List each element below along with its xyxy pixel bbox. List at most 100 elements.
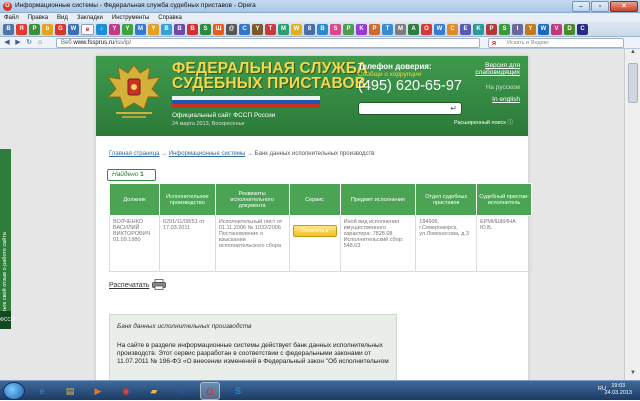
url-input[interactable]: Веб www.fssprus.ru/iss/ip/ [56,38,480,48]
breadcrumb-home[interactable]: Главная страница [109,151,159,157]
tab-icon[interactable]: S [499,23,510,35]
minimize-button[interactable]: – [572,1,590,12]
tab-icon[interactable]: W [538,23,549,35]
back-icon[interactable]: ◀ [2,38,12,48]
close-button[interactable]: ✕ [610,1,638,12]
menu-edit[interactable]: Правка [28,15,48,21]
tab-icon[interactable]: M [395,23,406,35]
tab-icon[interactable]: K [356,23,367,35]
tab-icon[interactable]: B [174,23,185,35]
tab-icon[interactable]: Y [122,23,133,35]
printer-icon[interactable] [152,279,166,290]
tab-icon[interactable]: W [434,23,445,35]
tab-icon[interactable]: S [330,23,341,35]
yandex-icon[interactable]: Я [16,23,27,35]
tab-icon[interactable]: W [68,23,79,35]
home-icon[interactable]: ⌂ [35,38,45,48]
maximize-button[interactable]: ▫ [591,1,609,12]
tab-icon[interactable]: Y [252,23,263,35]
cell-document: Исполнительный лист от 01.11.2006 № 1032… [214,215,290,272]
site-search-input[interactable]: ↵ [358,102,462,115]
enter-icon[interactable]: ↵ [450,104,457,113]
cell-bailiff: ЕРМИШКИНА Ю.В. [476,215,532,272]
tab-icon[interactable]: P [343,23,354,35]
col-document: Реквизиты исполнительного документа [214,183,290,216]
tab-icon[interactable]: S [200,23,211,35]
scroll-up-icon[interactable]: ▲ [625,49,640,59]
opera-icon: O [3,2,12,11]
tab-icon[interactable]: е [81,23,94,35]
scroll-thumb[interactable] [628,63,638,103]
skype-icon[interactable]: S [228,382,248,400]
info-text: На сайте в разделе информационные систем… [117,342,389,365]
tab-bar: В Я Pb G Wе ♪ Y Y M Y B B B S Ш @ C Y T M W 8 B S P K P T M А O W C E K P S I… [0,22,640,37]
tab-icon[interactable]: C [577,23,588,35]
tab-icon[interactable]: ♪ [96,23,107,35]
tab-icon[interactable]: E [460,23,471,35]
ie-icon[interactable]: e [32,382,52,400]
tab-icon[interactable]: P [369,23,380,35]
tab-icon[interactable]: Ш [213,23,224,35]
vk-icon[interactable]: В [3,23,14,35]
tab-icon[interactable]: @ [226,23,237,35]
tab-icon[interactable]: T [382,23,393,35]
tab-icon[interactable]: А [408,23,419,35]
tab-icon[interactable]: O [421,23,432,35]
cell-subject: Иной вид исполнения имущественного харак… [339,215,417,272]
menu-tools[interactable]: Инструменты [112,15,149,21]
clock[interactable]: 19:03 24.03.2013 [604,383,632,397]
english-lang-link[interactable]: In english [450,96,520,103]
pay-button[interactable]: Оплатить ▸ [292,225,337,237]
menu-help[interactable]: Справка [158,15,182,21]
vertical-scrollbar[interactable]: ▲ ▼ [624,49,640,380]
tab-icon[interactable]: M [278,23,289,35]
tab-icon[interactable]: D [564,23,575,35]
corruption-link[interactable]: Сообщи о коррупции [358,71,421,78]
tab-icon[interactable]: B [161,23,172,35]
media-player-icon[interactable]: ▶ [88,382,108,400]
page-viewport[interactable]: Оставьте свой отзыв о работе сайта ФССП … [0,49,624,380]
word-icon[interactable]: W [172,382,192,400]
print-link[interactable]: Распечатать [109,282,149,289]
tab-icon[interactable]: B [317,23,328,35]
explorer-icon[interactable]: ▤ [60,382,80,400]
folder-icon[interactable]: ▰ [144,382,164,400]
menu-bookmarks[interactable]: Закладки [77,15,103,21]
tab-icon[interactable]: 8 [304,23,315,35]
url-path: /iss/ip/ [114,40,132,46]
menu-view[interactable]: Вид [57,15,68,21]
tab-icon[interactable]: Y [525,23,536,35]
tab-icon[interactable]: C [447,23,458,35]
tab-icon[interactable]: b [42,23,53,35]
tab-icon[interactable]: B [187,23,198,35]
tab-icon[interactable]: Y [148,23,159,35]
advanced-search-link[interactable]: Расширенный поиск ⓘ [454,118,513,126]
breadcrumb-section[interactable]: Информационные системы [169,151,246,157]
forward-icon[interactable]: ▶ [13,38,23,48]
col-bailiff: Судебный пристав-исполнитель [476,183,532,216]
tab-icon[interactable]: K [473,23,484,35]
tab-icon[interactable]: I [512,23,523,35]
tab-icon[interactable]: W [291,23,302,35]
opera-icon[interactable]: O [200,382,220,400]
start-button[interactable] [3,382,25,400]
info-icon: ⓘ [507,120,513,126]
chrome-icon[interactable]: ◉ [116,382,136,400]
tab-icon[interactable]: M [135,23,146,35]
search-input[interactable]: Я Искать в Яндекс [488,38,624,48]
feedback-tab[interactable]: Оставьте свой отзыв о работе сайта ФССП [0,149,15,329]
tab-icon[interactable]: C [239,23,250,35]
reload-icon[interactable]: ↻ [24,38,34,48]
breadcrumb-current: Банк данных исполнительных производств [254,151,375,157]
tab-icon[interactable]: T [265,23,276,35]
menu-file[interactable]: Файл [4,15,19,21]
tab-icon[interactable]: P [29,23,40,35]
window-titlebar[interactable]: O Информационные системы - Федеральная с… [0,0,640,13]
tab-icon[interactable]: P [486,23,497,35]
impaired-version-link[interactable]: Версия для слабовидящих [450,62,520,76]
tab-icon[interactable]: Y [109,23,120,35]
scroll-down-icon[interactable]: ▼ [625,370,640,380]
tab-icon[interactable]: V [551,23,562,35]
window-title: Информационные системы - Федеральная слу… [15,2,256,9]
tab-icon[interactable]: G [55,23,66,35]
